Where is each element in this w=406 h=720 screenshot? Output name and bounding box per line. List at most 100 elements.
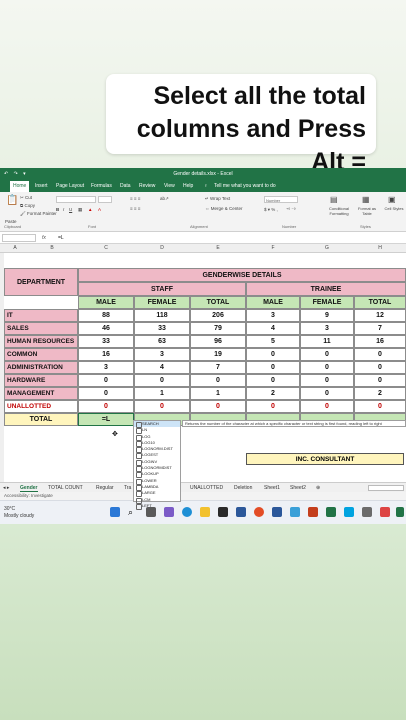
- paste-icon[interactable]: 📋: [6, 195, 18, 206]
- total-staff-male-cell[interactable]: =L: [78, 413, 134, 426]
- cell-styles-label[interactable]: Cell Styles: [384, 206, 404, 211]
- staff-male-cell[interactable]: 88: [78, 309, 134, 322]
- department-header[interactable]: DEPARTMENT: [4, 268, 78, 296]
- staff-female-header[interactable]: FEMALE: [134, 296, 190, 309]
- staff-male-header[interactable]: MALE: [78, 296, 134, 309]
- trainee-total-cell[interactable]: 0: [354, 361, 406, 374]
- name-box[interactable]: [2, 234, 36, 242]
- sheet-tab-regular[interactable]: Regular: [96, 485, 114, 491]
- chrome-icon[interactable]: [254, 507, 264, 517]
- weather-widget[interactable]: 30°C Mostly cloudy: [4, 506, 34, 520]
- staff-female-cell[interactable]: 0: [134, 374, 190, 387]
- trainee-female-cell[interactable]: 11: [300, 335, 354, 348]
- staff-male-cell[interactable]: 3: [78, 361, 134, 374]
- tab-home[interactable]: Home: [10, 181, 30, 192]
- staff-male-cell[interactable]: 33: [78, 335, 134, 348]
- edge-icon[interactable]: [182, 507, 192, 517]
- autocomplete-item[interactable]: LEFT: [134, 503, 180, 511]
- cell-styles-icon[interactable]: ▣: [388, 195, 396, 204]
- trainee-male-header[interactable]: MALE: [246, 296, 300, 309]
- department-cell[interactable]: HUMAN RESOURCES: [4, 335, 78, 348]
- department-cell[interactable]: HARDWARE: [4, 374, 78, 387]
- accessibility-status[interactable]: Accessibility: Investigate: [4, 493, 53, 498]
- sheet-tab-total-count[interactable]: TOTAL COUNT: [48, 485, 83, 491]
- sheet-tab-unallotted[interactable]: UNALLOTTED: [190, 485, 223, 491]
- department-cell[interactable]: SALES: [4, 322, 78, 335]
- trainee-female-cell[interactable]: 0: [300, 374, 354, 387]
- format-as-table-label[interactable]: Format as Table: [356, 206, 378, 216]
- staff-header[interactable]: STAFF: [78, 282, 246, 296]
- fill-color-icon[interactable]: ▲: [88, 207, 92, 212]
- trainee-total-header[interactable]: TOTAL: [354, 296, 406, 309]
- genderwise-details-header[interactable]: GENDERWISE DETAILS: [78, 268, 406, 282]
- column-g-header[interactable]: G: [300, 245, 354, 251]
- staff-female-cell[interactable]: 118: [134, 309, 190, 322]
- sheet-tab-deletion[interactable]: Deletion: [234, 485, 252, 491]
- mail-icon[interactable]: [236, 507, 246, 517]
- excel-icon[interactable]: [326, 507, 336, 517]
- staff-female-cell[interactable]: 1: [134, 387, 190, 400]
- column-h-header[interactable]: H: [354, 245, 406, 251]
- column-f-header[interactable]: F: [246, 245, 300, 251]
- underline-button[interactable]: U: [69, 207, 72, 212]
- currency-icons[interactable]: $ ▾ % ,: [264, 207, 278, 213]
- trainee-total-cell[interactable]: 16: [354, 335, 406, 348]
- italic-button[interactable]: I: [63, 207, 64, 212]
- staff-total-cell[interactable]: 1: [190, 387, 246, 400]
- trainee-female-cell[interactable]: 3: [300, 322, 354, 335]
- staff-total-cell[interactable]: 96: [190, 335, 246, 348]
- settings-icon[interactable]: [362, 507, 372, 517]
- merge-center-button[interactable]: ⇔ Merge & Center: [205, 206, 243, 211]
- conditional-formatting-label[interactable]: Conditional Formatting: [326, 206, 352, 216]
- staff-total-header[interactable]: TOTAL: [190, 296, 246, 309]
- trainee-female-header[interactable]: FEMALE: [300, 296, 354, 309]
- file-explorer-icon[interactable]: [200, 507, 210, 517]
- tell-me-search[interactable]: Tell me what you want to do: [214, 183, 276, 189]
- trainee-male-cell[interactable]: 2: [246, 387, 300, 400]
- department-cell[interactable]: IT: [4, 309, 78, 322]
- column-b-header[interactable]: B: [26, 245, 78, 251]
- cut-button[interactable]: ✂ Cut: [20, 195, 32, 201]
- app-icon-2[interactable]: [380, 507, 390, 517]
- total-label-cell[interactable]: TOTAL: [4, 413, 78, 426]
- column-a-header[interactable]: A: [4, 245, 26, 251]
- trainee-total-cell[interactable]: 7: [354, 322, 406, 335]
- bold-button[interactable]: B: [56, 207, 59, 212]
- staff-male-cell[interactable]: 46: [78, 322, 134, 335]
- app-icon[interactable]: [290, 507, 300, 517]
- font-color-icon[interactable]: A: [98, 207, 101, 212]
- staff-total-cell[interactable]: 0: [190, 400, 246, 413]
- trainee-female-cell[interactable]: 9: [300, 309, 354, 322]
- trainee-male-cell[interactable]: 0: [246, 400, 300, 413]
- tab-formulas[interactable]: Formulas: [91, 183, 112, 189]
- trainee-male-cell[interactable]: 3: [246, 309, 300, 322]
- vscode-icon[interactable]: [344, 507, 354, 517]
- trainee-male-cell[interactable]: 0: [246, 361, 300, 374]
- staff-female-cell[interactable]: 33: [134, 322, 190, 335]
- sheet-nav-arrows[interactable]: ◂ ▸: [3, 485, 9, 491]
- align-left-icon[interactable]: ≡ ≡ ≡: [130, 206, 140, 211]
- department-cell[interactable]: COMMON: [4, 348, 78, 361]
- store-icon[interactable]: [218, 507, 228, 517]
- trainee-total-cell[interactable]: 0: [354, 400, 406, 413]
- borders-icon[interactable]: ▦: [78, 207, 82, 213]
- horizontal-scrollbar[interactable]: [368, 485, 404, 491]
- trainee-female-cell[interactable]: 0: [300, 400, 354, 413]
- column-c-header[interactable]: C: [78, 245, 134, 251]
- staff-total-cell[interactable]: 19: [190, 348, 246, 361]
- trainee-total-cell[interactable]: 0: [354, 374, 406, 387]
- tab-review[interactable]: Review: [139, 183, 155, 189]
- trainee-female-cell[interactable]: 0: [300, 387, 354, 400]
- sheet-tab-tra[interactable]: Tra: [124, 485, 131, 491]
- formula-input[interactable]: =L: [58, 235, 64, 241]
- powerpoint-icon[interactable]: [308, 507, 318, 517]
- staff-female-cell[interactable]: 0: [134, 400, 190, 413]
- tab-insert[interactable]: Insert: [35, 183, 48, 189]
- trainee-male-cell[interactable]: 0: [246, 374, 300, 387]
- align-top-icon[interactable]: ≡ ≡ ≡: [130, 196, 140, 201]
- department-cell[interactable]: ADMINISTRATION: [4, 361, 78, 374]
- trainee-female-cell[interactable]: 0: [300, 348, 354, 361]
- staff-female-cell[interactable]: 4: [134, 361, 190, 374]
- fx-icon[interactable]: fx: [42, 235, 46, 241]
- tab-help[interactable]: Help: [183, 183, 193, 189]
